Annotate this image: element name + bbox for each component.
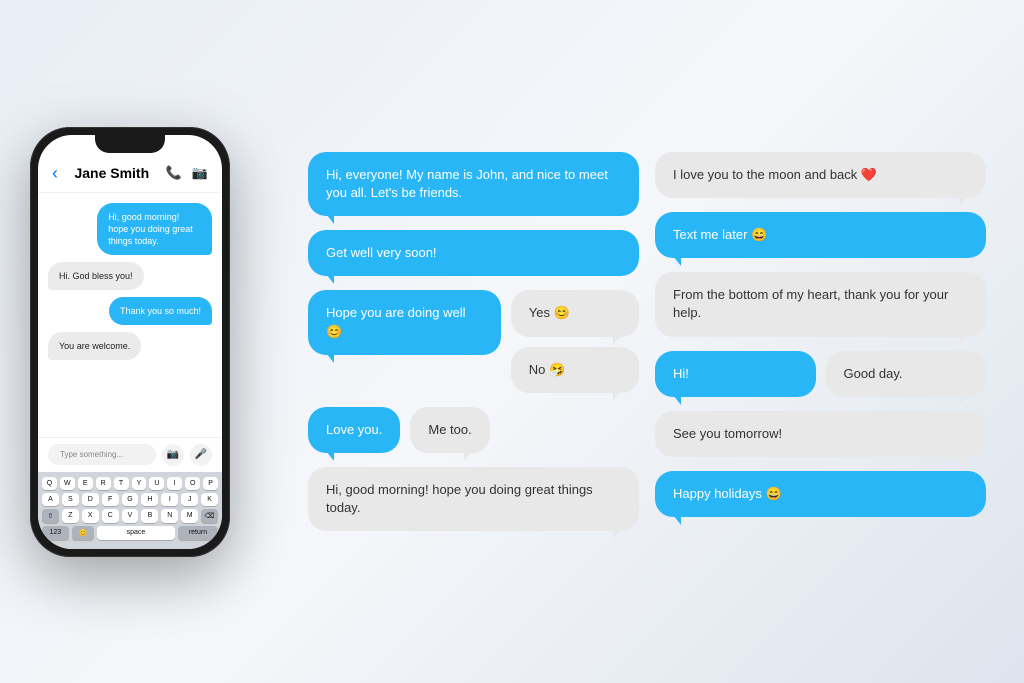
key-emoji[interactable]: 😊	[72, 526, 94, 540]
key-v[interactable]: V	[122, 509, 139, 523]
bubble-hope-row: Hope you are doing well 😊 Yes 😊 No 🤧	[308, 290, 639, 392]
bubble-hi-goodday-row: Hi! Good day.	[655, 351, 986, 397]
keyboard-row-1: Q W E R T Y U I O P	[42, 477, 218, 490]
bubble-hope-well: Hope you are doing well 😊	[308, 290, 501, 354]
phone-notch	[95, 135, 165, 153]
key-h[interactable]: H	[141, 493, 158, 506]
key-a[interactable]: A	[42, 493, 59, 506]
bubbles-left-col: Hi, everyone! My name is John, and nice …	[300, 152, 647, 532]
phone-mockup: ‹ Jane Smith 📞 📷 Hi, good morning! hope …	[30, 127, 250, 557]
key-i[interactable]: I	[167, 477, 182, 490]
bubble-yes: Yes 😊	[511, 290, 639, 336]
key-d[interactable]: D	[82, 493, 99, 506]
key-x[interactable]: X	[82, 509, 99, 523]
phone-screen: ‹ Jane Smith 📞 📷 Hi, good morning! hope …	[38, 135, 222, 549]
key-k[interactable]: K	[201, 493, 218, 506]
key-u[interactable]: U	[149, 477, 164, 490]
key-w[interactable]: W	[60, 477, 75, 490]
messages-list: Hi, good morning! hope you doing great t…	[38, 193, 222, 437]
message-input-area: Type something... 📷 🎤	[38, 437, 222, 472]
msg-sent-1: Hi, good morning! hope you doing great t…	[97, 203, 212, 255]
keyboard-row-4: 123 😊 space return	[42, 526, 218, 540]
key-p[interactable]: P	[203, 477, 218, 490]
key-123[interactable]: 123	[42, 526, 69, 540]
mic-icon[interactable]: 🎤	[190, 444, 212, 466]
key-c[interactable]: C	[102, 509, 119, 523]
bubble-good-day: Good day.	[826, 351, 987, 397]
bubble-love-row: Love you. Me too.	[308, 407, 639, 453]
bubble-yes-no: Yes 😊 No 🤧	[511, 290, 639, 392]
key-space[interactable]: space	[97, 526, 175, 540]
bubble-hi: Hi!	[655, 351, 816, 397]
bubble-moon-back: I love you to the moon and back ❤️	[655, 152, 986, 198]
bubble-happy-holidays: Happy holidays 😄	[655, 471, 986, 517]
keyboard: Q W E R T Y U I O P A S D F G H	[38, 472, 222, 549]
video-call-icon[interactable]: 📷	[192, 165, 208, 181]
key-t[interactable]: T	[114, 477, 129, 490]
keyboard-row-2: A S D F G H I J K	[42, 493, 218, 506]
key-j[interactable]: J	[181, 493, 198, 506]
bubble-bottom-heart: From the bottom of my heart, thank you f…	[655, 272, 986, 336]
bubble-see-tomorrow: See you tomorrow!	[655, 411, 986, 457]
key-n[interactable]: N	[161, 509, 178, 523]
bubble-love-you: Love you.	[308, 407, 400, 453]
key-b[interactable]: B	[141, 509, 158, 523]
bubble-no: No 🤧	[511, 347, 639, 393]
phone-frame: ‹ Jane Smith 📞 📷 Hi, good morning! hope …	[30, 127, 230, 557]
key-y[interactable]: Y	[132, 477, 147, 490]
key-g[interactable]: G	[122, 493, 139, 506]
key-i2[interactable]: I	[161, 493, 178, 506]
key-return[interactable]: return	[178, 526, 218, 540]
key-s[interactable]: S	[62, 493, 79, 506]
key-m[interactable]: M	[181, 509, 198, 523]
key-e[interactable]: E	[78, 477, 93, 490]
call-icons: 📞 📷	[166, 165, 208, 181]
phone-call-icon[interactable]: 📞	[166, 165, 182, 181]
key-q[interactable]: Q	[42, 477, 57, 490]
bubble-good-morning: Hi, good morning! hope you doing great t…	[308, 467, 639, 531]
camera-icon[interactable]: 📷	[162, 444, 184, 466]
key-backspace[interactable]: ⌫	[201, 509, 218, 523]
keyboard-row-3: ⇧ Z X C V B N M ⌫	[42, 509, 218, 523]
key-f[interactable]: F	[102, 493, 119, 506]
back-icon[interactable]: ‹	[52, 163, 58, 184]
message-input[interactable]: Type something...	[48, 444, 156, 465]
bubbles-right-col: I love you to the moon and back ❤️ Text …	[647, 152, 994, 517]
msg-sent-2: Thank you so much!	[109, 297, 212, 325]
key-shift[interactable]: ⇧	[42, 509, 59, 523]
key-z[interactable]: Z	[62, 509, 79, 523]
bubble-get-well: Get well very soon!	[308, 230, 639, 276]
msg-received-1: Hi. God bless you!	[48, 262, 144, 290]
msg-received-2: You are welcome.	[48, 332, 141, 360]
bubble-me-too: Me too.	[410, 407, 489, 453]
key-o[interactable]: O	[185, 477, 200, 490]
speech-bubbles-section: Hi, everyone! My name is John, and nice …	[300, 142, 994, 542]
contact-name: Jane Smith	[74, 165, 149, 181]
bubble-intro: Hi, everyone! My name is John, and nice …	[308, 152, 639, 216]
key-r[interactable]: R	[96, 477, 111, 490]
bubble-text-later: Text me later 😄	[655, 212, 986, 258]
